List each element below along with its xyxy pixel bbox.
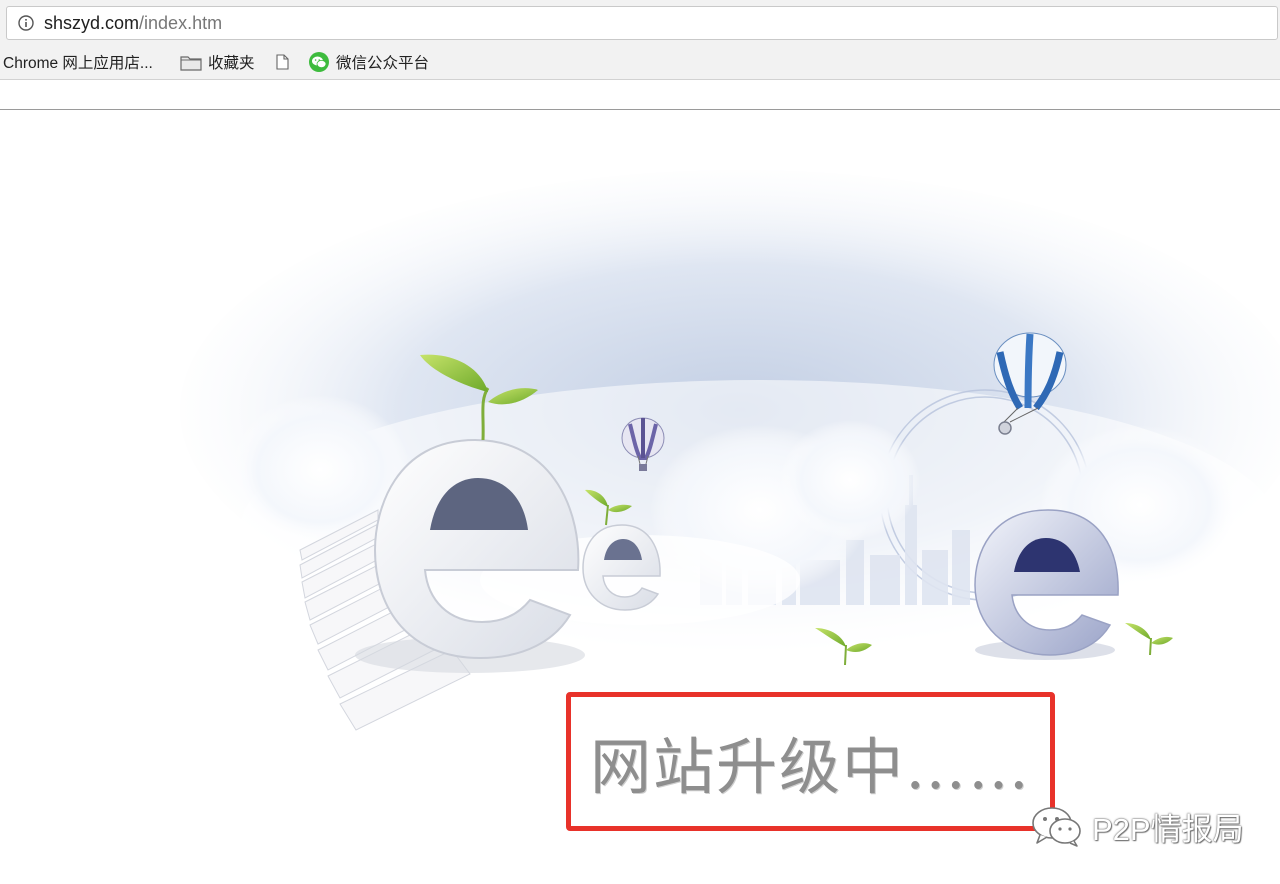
bookmark-chrome-store[interactable]: Chrome 网上应用店...: [3, 51, 153, 73]
bookmark-label: Chrome 网上应用店...: [3, 55, 153, 72]
folder-icon: [180, 55, 202, 71]
bookmark-wechat-platform[interactable]: 微信公众平台: [308, 51, 429, 73]
toolbar-strip: [0, 80, 1280, 110]
wechat-icon: [1032, 807, 1081, 847]
url-host: shszyd.com: [44, 13, 140, 33]
info-icon[interactable]: [18, 15, 34, 31]
bookmark-label: 收藏夹: [208, 55, 255, 72]
watermark-text: P2P情报局: [1092, 811, 1244, 847]
bookmark-page[interactable]: [276, 51, 295, 73]
watermark: P2P情报局: [1030, 803, 1244, 849]
address-bar-row: shszyd.com/index.htm: [0, 0, 1280, 46]
url-path: /index.htm: [139, 13, 223, 33]
url-text[interactable]: shszyd.com/index.htm: [44, 13, 222, 34]
page-icon: [276, 54, 289, 70]
bookmark-favorites-folder[interactable]: 收藏夹: [180, 51, 255, 73]
address-bar[interactable]: shszyd.com/index.htm: [6, 6, 1278, 40]
page-content: 网站升级中…… P2P情报局: [0, 110, 1280, 884]
small-e-letter: [582, 524, 661, 611]
wechat-icon: [309, 52, 329, 72]
upgrade-notice-text: 网站升级中……: [589, 732, 1031, 803]
bookmark-label: 微信公众平台: [336, 55, 430, 72]
bookmarks-bar: Chrome 网上应用店... 收藏夹 微信公众平台: [0, 46, 1280, 80]
upgrade-notice-box: 网站升级中……: [566, 692, 1055, 831]
